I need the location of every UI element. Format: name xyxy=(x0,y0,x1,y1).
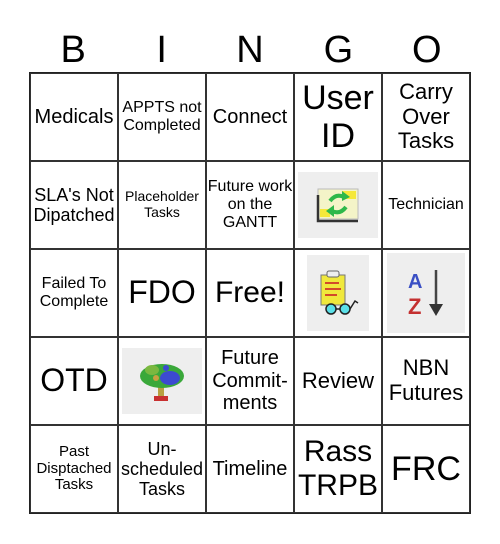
bingo-cell[interactable]: Placeholder Tasks xyxy=(118,161,206,249)
header-letter-g: G xyxy=(323,29,354,71)
bingo-cell[interactable]: NBN Futures xyxy=(382,337,470,425)
svg-text:A: A xyxy=(408,271,422,293)
bingo-cell[interactable]: Technician xyxy=(382,161,470,249)
header-letter-n: N xyxy=(236,29,264,71)
free-space-cell[interactable]: Free! xyxy=(206,249,294,337)
bingo-cell[interactable]: SLA's Not Dipatched xyxy=(30,161,118,249)
bingo-grid: Medicals APPTS not Completed Connect Use… xyxy=(29,72,471,514)
svg-text:Z: Z xyxy=(408,294,421,319)
bingo-cell[interactable]: Review xyxy=(294,337,382,425)
bingo-cell[interactable]: Failed To Complete xyxy=(30,249,118,337)
bingo-cell[interactable]: Past Disptached Tasks xyxy=(30,425,118,513)
bingo-cell[interactable]: Future work on the GANTT xyxy=(206,161,294,249)
bingo-cell[interactable]: Timeline xyxy=(206,425,294,513)
bingo-cell[interactable] xyxy=(294,249,382,337)
bingo-cell[interactable]: Rass TRPB xyxy=(294,425,382,513)
refresh-document-icon xyxy=(298,172,378,238)
bingo-cell[interactable]: APPTS not Completed xyxy=(118,73,206,161)
bingo-cell[interactable]: OTD xyxy=(30,337,118,425)
bingo-cell[interactable]: FRC xyxy=(382,425,470,513)
bingo-cell[interactable]: FDO xyxy=(118,249,206,337)
bingo-cell[interactable]: A Z xyxy=(382,249,470,337)
bingo-cell[interactable]: Carry Over Tasks xyxy=(382,73,470,161)
bingo-cell[interactable]: Connect xyxy=(206,73,294,161)
header-letter-o: O xyxy=(412,29,442,71)
bingo-cell[interactable]: Future Commit-ments xyxy=(206,337,294,425)
bingo-cell[interactable] xyxy=(294,161,382,249)
bingo-cell[interactable]: User ID xyxy=(294,73,382,161)
bingo-cell[interactable]: Medicals xyxy=(30,73,118,161)
header-letter-i: I xyxy=(156,29,167,71)
clipboard-glasses-icon xyxy=(307,255,369,331)
sort-a-z-icon: A Z xyxy=(387,253,465,333)
header-letter-b: B xyxy=(60,29,86,71)
bingo-header: B I N G O xyxy=(29,28,471,72)
tree-icon xyxy=(122,348,202,414)
bingo-cell[interactable] xyxy=(118,337,206,425)
bingo-cell[interactable]: Un-scheduled Tasks xyxy=(118,425,206,513)
